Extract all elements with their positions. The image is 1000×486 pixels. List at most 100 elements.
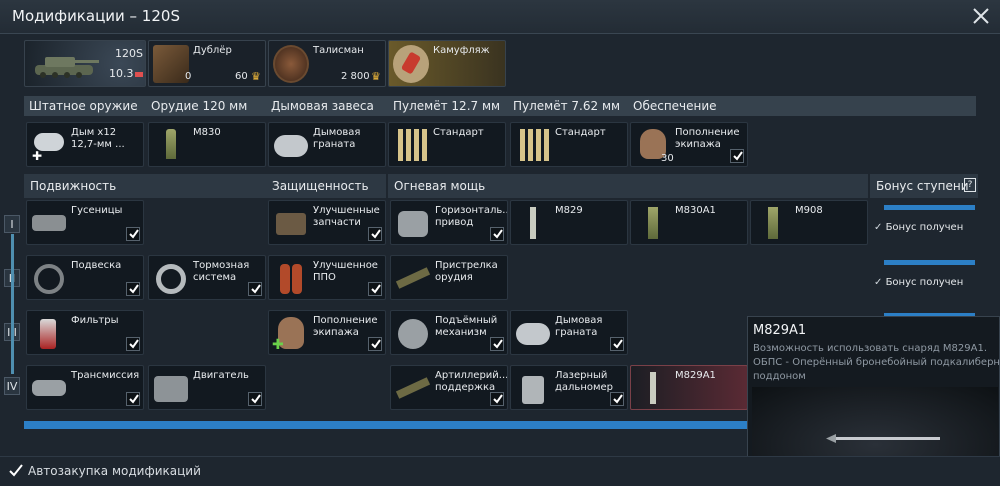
checkbox[interactable] [490, 227, 504, 241]
research-progress-bar [24, 421, 748, 429]
category-firepower: Огневая мощь [388, 174, 868, 198]
mod-label: Горизонталь... привод [435, 205, 508, 228]
talisman-price: 2 800 [341, 71, 370, 82]
filter-icon [30, 315, 68, 351]
weapon-card-label: Стандарт [433, 127, 484, 138]
weapon-card-label: M830 [193, 127, 221, 138]
header-support: Обеспечение [628, 96, 976, 116]
tank-icon [35, 57, 99, 78]
backup-count: 0 [185, 71, 192, 82]
checkbox[interactable] [730, 149, 744, 163]
crew-icon: ✚ [272, 315, 310, 353]
extinguisher-icon [272, 260, 310, 296]
mod-fpe[interactable]: Улучшенное ППО [268, 255, 386, 300]
mod-m830a1[interactable]: M830A1 [630, 200, 748, 245]
checkbox[interactable] [126, 337, 140, 351]
mod-suspension[interactable]: Подвеска [26, 255, 144, 300]
close-icon[interactable] [970, 5, 992, 27]
eagle-icon: ♛ [371, 70, 381, 83]
vehicle-br: 10.3 [109, 67, 134, 80]
camo-card[interactable]: Камуфляж [388, 40, 506, 87]
checkbox[interactable] [248, 282, 262, 296]
rangefinder-icon [514, 370, 552, 406]
checkbox[interactable] [126, 282, 140, 296]
bonus-bar [884, 205, 975, 210]
weapon-card-crew-replenish[interactable]: Пополнение экипажа 30 [630, 122, 748, 167]
projectile-icon [830, 437, 940, 440]
mod-tracks[interactable]: Гусеницы [26, 200, 144, 245]
bonus-row-1: ✓ Бонус получен [874, 222, 964, 233]
mod-label: Гусеницы [71, 205, 123, 216]
mod-transmission[interactable]: Трансмиссия [26, 365, 144, 410]
camo-label: Камуфляж [433, 45, 490, 56]
mod-m829a1[interactable]: M829A1 [630, 365, 748, 410]
checkbox[interactable] [126, 227, 140, 241]
mod-m908[interactable]: M908 [750, 200, 868, 245]
checkbox[interactable] [610, 392, 624, 406]
bonus-bar [884, 260, 975, 265]
mod-parts[interactable]: Улучшенные запчасти [268, 200, 386, 245]
vehicle-card[interactable]: 120S 10.3 [24, 40, 146, 87]
crew-count: 30 [661, 153, 674, 164]
checkbox[interactable] [610, 337, 624, 351]
header-mg762: Пулемёт 7.62 мм [508, 96, 628, 116]
mod-label: Лазерный дальномер [555, 370, 614, 393]
help-icon[interactable]: ? [964, 178, 976, 192]
mod-label: M830A1 [675, 205, 716, 216]
mod-label: Пристрелка орудия [435, 260, 498, 283]
checkbox[interactable] [126, 392, 140, 406]
checkbox[interactable] [368, 227, 382, 241]
mod-label: Улучшенные запчасти [313, 205, 380, 228]
artillery-icon [394, 370, 432, 406]
weapon-card-mg127-standard[interactable]: Стандарт [388, 122, 506, 167]
category-bonus: Бонус ступени [870, 174, 978, 198]
mod-label: Фильтры [71, 315, 119, 326]
mod-label: M829A1 [675, 370, 716, 381]
checkbox[interactable] [368, 337, 382, 351]
header-cannon: Орудие 120 мм [146, 96, 266, 116]
wheel-icon [30, 260, 68, 296]
checkbox[interactable] [368, 282, 382, 296]
mod-engine[interactable]: Двигатель [148, 365, 266, 410]
weapon-card-label: Дымовая граната [313, 127, 361, 150]
header-smoke: Дымовая завеса [266, 96, 388, 116]
weapon-card-smoke-grenade[interactable]: Дымовая граната [268, 122, 386, 167]
engine-icon [152, 370, 190, 406]
smoke-icon: ✚ [30, 127, 68, 163]
mod-rangefinder[interactable]: Лазерный дальномер [510, 365, 628, 410]
checkbox[interactable] [490, 392, 504, 406]
bonus-row-2: ✓ Бонус получен [874, 277, 964, 288]
tier-4: IV [4, 377, 20, 395]
mod-crew[interactable]: ✚ Пополнение экипажа [268, 310, 386, 355]
backup-label: Дублёр [193, 45, 232, 56]
category-protection: Защищенность [266, 174, 386, 198]
tooltip-desc-3: поддоном [753, 371, 806, 382]
weapon-card-mg762-standard[interactable]: Стандарт [510, 122, 628, 167]
mod-horizontal-drive[interactable]: Горизонталь... привод [390, 200, 508, 245]
weapon-card-m830[interactable]: M830 [148, 122, 266, 167]
mod-elevation[interactable]: Подъёмный механизм [390, 310, 508, 355]
weapon-card-smoke-mg[interactable]: ✚ Дым х12 12,7-мм ... [26, 122, 144, 167]
mod-label: Улучшенное ППО [313, 260, 378, 283]
cannon-icon [394, 260, 432, 296]
checkbox[interactable] [490, 337, 504, 351]
tooltip-desc-2: ОБПС - Оперённый бронебойный подкалиберн… [753, 357, 1000, 368]
shell-icon [634, 205, 672, 241]
autobuy-checkbox[interactable] [8, 463, 24, 479]
backup-card[interactable]: Дублёр 0 60 ♛ [148, 40, 266, 87]
mod-brakes[interactable]: Тормозная система [148, 255, 266, 300]
mod-m829[interactable]: M829 [510, 200, 628, 245]
mod-filters[interactable]: Фильтры [26, 310, 144, 355]
weapon-card-label: Дым х12 12,7-мм ... [71, 127, 125, 150]
mod-adjustment[interactable]: Пристрелка орудия [390, 255, 508, 300]
weapon-card-label: Стандарт [555, 127, 606, 138]
shell-icon [514, 205, 552, 241]
mod-artillery[interactable]: Артиллерий... поддержка [390, 365, 508, 410]
tooltip-desc-1: Возможность использовать снаряд M829A1. [753, 343, 988, 354]
mod-smoke-grenade[interactable]: Дымовая граната [510, 310, 628, 355]
checkbox[interactable] [248, 392, 262, 406]
mod-label: Артиллерий... поддержка [435, 370, 508, 393]
shell-icon [754, 205, 792, 241]
talisman-card[interactable]: Талисман 2 800 ♛ [268, 40, 386, 87]
mod-label: Двигатель [193, 370, 249, 381]
